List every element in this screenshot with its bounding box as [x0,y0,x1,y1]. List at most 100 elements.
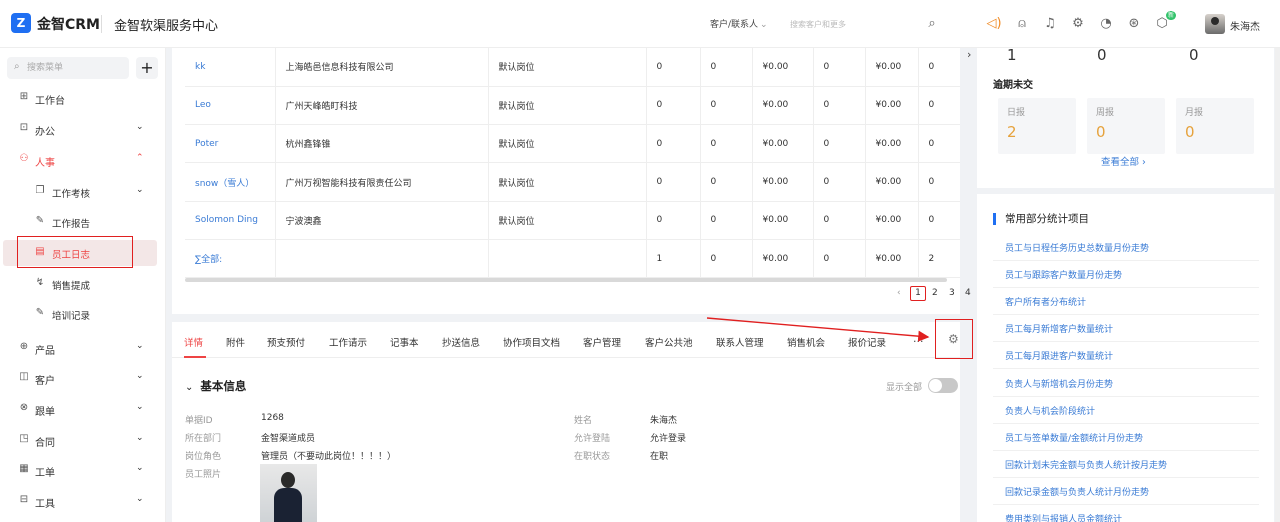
page-3[interactable]: 3 [949,288,955,298]
table-cell-c1: 1 [646,239,701,279]
stat-value: 0 [1185,123,1195,141]
more-tabs-icon[interactable]: ... [913,332,924,345]
sidebar-item-hr[interactable]: ⚇ 人事 ⌃ [0,147,165,173]
tab-customer-mgmt[interactable]: 客户管理 [583,335,621,349]
table-cell-name[interactable]: ∑全部: [185,239,276,279]
tab-project-docs[interactable]: 协作项目文档 [503,335,560,349]
sidebar-item-work-assessment[interactable]: ❐ 工作考核 ⌄ [0,179,165,205]
avatar[interactable] [1205,14,1225,34]
sidebar-item-tools[interactable]: ⊟ 工具 ⌄ [0,488,165,514]
stat-value: 2 [1007,123,1017,141]
chart-icon[interactable]: ◔ [1098,16,1114,32]
sidebar-item-training-records[interactable]: ✎ 培训记录 [0,301,165,327]
chevron-down-icon: ⌄ [136,402,144,412]
bell-icon[interactable]: ♫ [1042,16,1058,32]
commission-icon: ↯ [35,277,45,288]
sidebar: ⌕ + ⊞工作台 ⊡办公⌄ ⚇人事⌃ ❐工作考核⌄ ✎工作报告 ▤员工日志 ↯销… [0,48,166,522]
stat-weekly-report[interactable]: 周报 0 [1087,98,1165,154]
right-scrollbar[interactable] [1275,48,1280,522]
tab-prepayment[interactable]: 预支预付 [267,335,305,349]
tab-sales-opportunity[interactable]: 销售机会 [787,335,825,349]
sidebar-item-products[interactable]: ⊕ 产品 ⌄ [0,335,165,361]
stat-link[interactable]: 回款计划未完金额与负责人统计按月走势 [1005,458,1167,471]
table-cell-c6: 0 [918,201,960,240]
stat-link[interactable]: 费用类别与报销人员金额统计 [1005,512,1122,522]
table-cell-name[interactable]: Leo [185,86,276,126]
stat-link[interactable]: 客户所有者分布统计 [1005,295,1086,308]
table-cell-name[interactable]: kk [185,48,276,87]
browser-icon[interactable]: ⊛ [1126,16,1142,32]
sidebar-item-workbench[interactable]: ⊞ 工作台 [0,85,165,111]
page-current[interactable]: 1 [910,286,926,301]
table-cell-c3: ¥0.00 [752,239,814,279]
username[interactable]: 朱海杰 [1230,18,1260,33]
table-row[interactable]: ∑全部: 1 0 ¥0.00 0 ¥0.00 2 [185,239,960,279]
table-row[interactable]: snow（雪人） 广州万视智能科技有限责任公司 默认岗位 0 0 ¥0.00 0 ¥0.00 0 [185,162,960,202]
table-cell-role: 默认岗位 [488,201,647,240]
gear-icon[interactable]: ⚙ [1070,16,1086,32]
table-cell-name[interactable]: Poter [185,124,276,164]
stat-daily-report[interactable]: 日报 2 [998,98,1076,154]
sidebar-item-work-orders[interactable]: ▦ 工单 ⌄ [0,457,165,483]
global-search-input[interactable] [790,17,910,31]
brand-logo-icon[interactable]: Z [11,13,31,33]
tab-notebook[interactable]: 记事本 [390,335,419,349]
office-icon: ⊡ [19,122,29,133]
tab-contact-mgmt[interactable]: 联系人管理 [716,335,764,349]
tab-attachments[interactable]: 附件 [226,335,245,349]
stat-link[interactable]: 负责人与机会阶段统计 [1005,404,1095,417]
horizontal-scrollbar[interactable] [185,278,947,282]
table-row[interactable]: Leo 广州天峰皓盯科技 默认岗位 0 0 ¥0.00 0 ¥0.00 0 [185,86,960,126]
stat-link[interactable]: 员工与跟踪客户数量月份走势 [1005,268,1122,281]
stat-link[interactable]: 员工与日程任务历史总数量月份走势 [1005,241,1149,254]
table-cell-name[interactable]: Solomon Ding [185,201,276,240]
sidebar-item-follow-up[interactable]: ⊗ 跟单 ⌄ [0,396,165,422]
table-cell-c4: 0 [813,162,866,202]
prev-page-icon[interactable]: ‹ [897,288,901,298]
stat-monthly-report[interactable]: 月报 0 [1176,98,1254,154]
stat-link[interactable]: 员工与签单数量/金额统计月份走势 [1005,431,1143,444]
field-value-department: 金智渠道成员 [261,434,316,444]
sidebar-item-office[interactable]: ⊡ 办公 ⌄ [0,116,165,142]
table-cell-role: 默认岗位 [488,86,647,126]
section-basic-info[interactable]: ⌄ 基本信息 [185,378,246,394]
stat-link[interactable]: 负责人与新增机会月份走势 [1005,377,1113,390]
tab-customer-pool[interactable]: 客户公共池 [645,335,693,349]
sidebar-item-contracts[interactable]: ◳ 合同 ⌄ [0,427,165,453]
contacts-icon[interactable]: ⍝ [1014,16,1030,32]
page-4[interactable]: 4 [965,288,971,298]
table-row[interactable]: Poter 杭州鑫锋锥 默认岗位 0 0 ¥0.00 0 ¥0.00 0 [185,124,960,164]
employee-table-panel: kk 上海皓邑信息科技有限公司 默认岗位 0 0 ¥0.00 0 ¥0.00 0 Leo 广州天峰皓… [172,48,1129,314]
view-all-link[interactable]: 查看全部 › [1101,154,1146,168]
add-button[interactable]: + [136,57,158,79]
tools-icon: ⊟ [19,494,29,505]
sidebar-item-sales-commission[interactable]: ↯ 销售提成 [0,271,165,297]
sidebar-item-customers[interactable]: ◫ 客户 ⌄ [0,365,165,391]
table-row[interactable]: kk 上海皓邑信息科技有限公司 默认岗位 0 0 ¥0.00 0 ¥0.00 0 [185,48,960,87]
table-cell-c3: ¥0.00 [752,162,814,202]
table-cell-company: 杭州鑫锋锥 [275,124,489,164]
stat-link[interactable]: 回款记录金额与负责人统计月份走势 [1005,485,1149,498]
page-2[interactable]: 2 [932,288,938,298]
tab-cc-info[interactable]: 抄送信息 [442,335,480,349]
tab-quote-records[interactable]: 报价记录 [848,335,886,349]
menu-search-input[interactable] [27,61,122,75]
menu-search[interactable]: ⌕ [7,57,129,79]
stat-link[interactable]: 员工每月跟进客户数量统计 [1005,349,1113,362]
chevron-right-icon[interactable]: › [967,48,971,61]
brand-name[interactable]: 金智CRM [37,14,100,34]
tab-details[interactable]: 详情 [184,335,203,349]
search-icon[interactable]: ⌕ [924,16,940,32]
table-cell-name[interactable]: snow（雪人） [185,162,276,202]
table-cell-c3: ¥0.00 [752,86,814,126]
employee-photo[interactable] [260,464,317,522]
sidebar-item-work-report[interactable]: ✎ 工作报告 [0,209,165,235]
show-all-toggle[interactable] [928,378,958,393]
table-row[interactable]: Solomon Ding 宁波澳鑫 默认岗位 0 0 ¥0.00 0 ¥0.00 0 [185,201,960,240]
stat-link[interactable]: 员工每月新增客户数量统计 [1005,322,1113,335]
tab-work-request[interactable]: 工作请示 [329,335,367,349]
search-scope-dropdown[interactable]: 客户/联系人 ⌄ [710,17,768,30]
tab-settings-button[interactable]: ⚙ [935,319,973,359]
speaker-icon[interactable]: ◁) [986,16,1002,32]
divider [993,287,1259,289]
